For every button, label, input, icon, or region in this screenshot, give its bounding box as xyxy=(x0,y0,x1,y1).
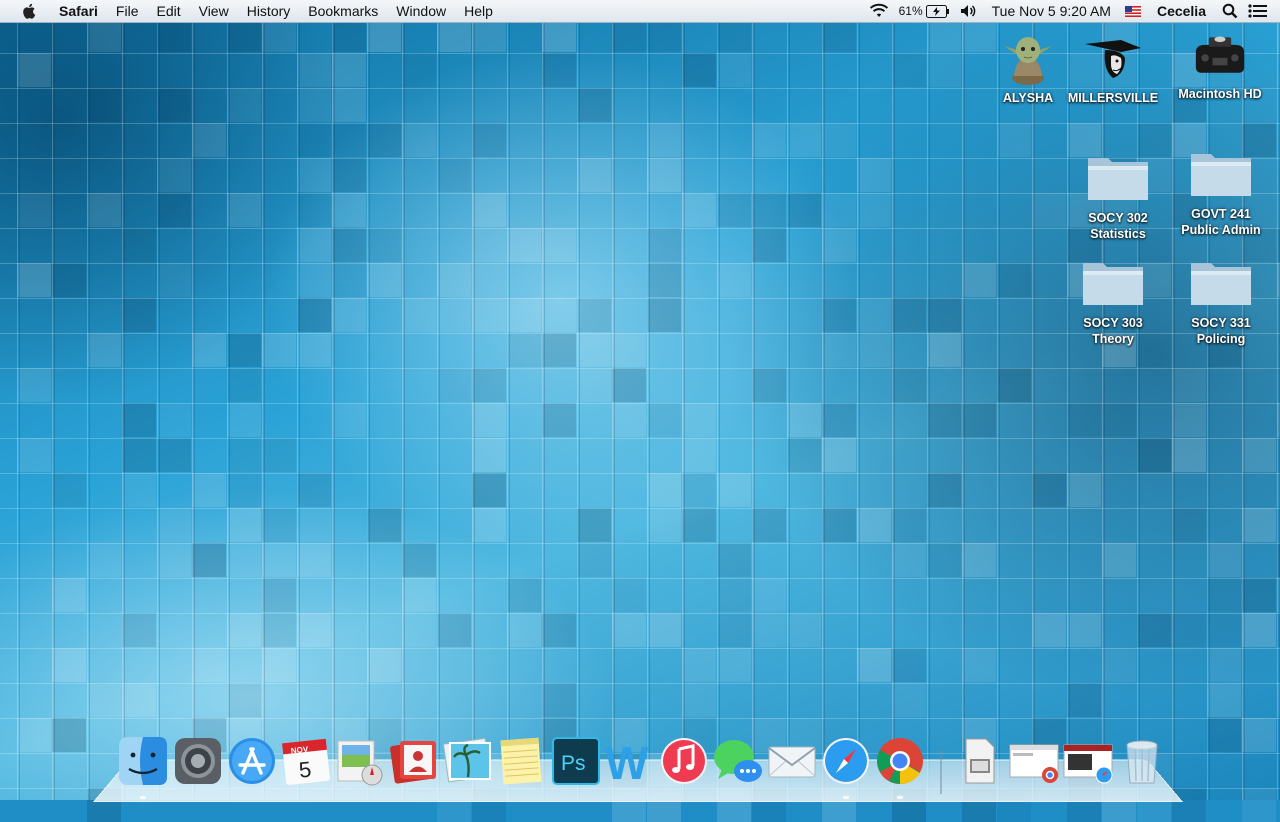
trash-icon xyxy=(1126,740,1158,784)
volume-icon[interactable] xyxy=(960,4,978,18)
menu-edit[interactable]: Edit xyxy=(147,3,189,19)
preview-icon xyxy=(337,740,383,786)
dock-word[interactable]: W xyxy=(604,735,656,787)
desktop-icon-label-line2: Theory xyxy=(1092,332,1134,346)
wallpaper-grid xyxy=(0,0,1280,800)
dock-app-store[interactable] xyxy=(226,735,278,787)
notes-icon xyxy=(500,737,542,785)
dock-safari-window[interactable] xyxy=(1062,735,1114,787)
photo-booth-icon xyxy=(390,741,436,784)
dock-photo-booth[interactable] xyxy=(388,735,440,787)
system-preferences-icon xyxy=(175,738,221,784)
menu-window[interactable]: Window xyxy=(387,3,455,19)
dock-notes[interactable] xyxy=(496,735,548,787)
spotlight-icon[interactable] xyxy=(1222,3,1238,19)
menu-help[interactable]: Help xyxy=(455,3,502,19)
desktop-icon-label: Macintosh HD xyxy=(1178,87,1262,101)
dock-script-document[interactable] xyxy=(954,735,1006,787)
dock-safari[interactable] xyxy=(820,735,872,787)
yoda-drive-icon xyxy=(1004,37,1052,85)
user-name[interactable]: Cecelia xyxy=(1157,3,1206,19)
dock-chrome[interactable] xyxy=(874,735,926,787)
dock-finder[interactable] xyxy=(117,735,169,787)
dock-calendar[interactable]: NOV 5 xyxy=(280,735,332,787)
battery-icon[interactable] xyxy=(925,4,950,18)
dock-mail[interactable] xyxy=(766,735,818,787)
running-indicator xyxy=(140,796,146,799)
desktop-icon-socy-302[interactable]: SOCY 302 Statistics xyxy=(1068,150,1168,242)
calendar-day: 5 xyxy=(298,757,313,783)
desktop-icon-label-line2: Statistics xyxy=(1090,227,1146,241)
folder-icon xyxy=(1191,154,1251,196)
finder-icon xyxy=(119,737,167,785)
menu-app-name[interactable]: Safari xyxy=(50,3,107,19)
millersville-drive-icon xyxy=(1085,40,1141,78)
menu-view[interactable]: View xyxy=(190,3,238,19)
desktop-icon-label-line1: GOVT 241 xyxy=(1191,207,1251,221)
dock-system-preferences[interactable] xyxy=(172,735,224,787)
itunes-icon xyxy=(661,738,707,784)
folder-icon xyxy=(1088,158,1148,200)
mail-icon xyxy=(768,746,816,778)
menu-history[interactable]: History xyxy=(238,3,300,19)
dock-messages[interactable] xyxy=(712,735,764,787)
clock[interactable]: Tue Nov 5 9:20 AM xyxy=(992,3,1111,19)
apple-icon[interactable] xyxy=(20,2,38,20)
messages-icon xyxy=(714,740,762,782)
menu-bar: Safari File Edit View History Bookmarks … xyxy=(0,0,1280,23)
folder-icon xyxy=(1191,263,1251,305)
desktop-icon-govt-241[interactable]: GOVT 241 Public Admin xyxy=(1171,146,1271,238)
safari-icon xyxy=(823,738,869,784)
word-label: W xyxy=(605,737,649,787)
desktop-icon-label: MILLERSVILLE xyxy=(1067,91,1159,105)
desktop-icon-label-line2: Policing xyxy=(1196,332,1246,346)
safari-window-thumbnail-icon xyxy=(1063,744,1113,784)
dock-photoshop[interactable]: Ps xyxy=(550,735,602,787)
desktop-icon-label-line2: Public Admin xyxy=(1181,223,1261,237)
desktop-icon-label-line1: SOCY 331 xyxy=(1191,316,1251,330)
dock-preview[interactable] xyxy=(334,735,386,787)
word-icon: W xyxy=(605,737,649,787)
calendar-icon: NOV 5 xyxy=(282,738,330,785)
menu-bookmarks[interactable]: Bookmarks xyxy=(299,3,387,19)
dock-separator xyxy=(940,750,942,794)
desktop-icon-socy-303[interactable]: SOCY 303 Theory xyxy=(1063,255,1163,347)
flag-icon[interactable] xyxy=(1124,5,1141,17)
photoshop-icon: Ps xyxy=(552,737,600,785)
dock-itunes[interactable] xyxy=(658,735,710,787)
calendar-month: NOV xyxy=(290,745,309,756)
desktop-icon-label-line1: SOCY 303 xyxy=(1083,316,1143,330)
desktop-icon-socy-331[interactable]: SOCY 331 Policing xyxy=(1171,255,1271,347)
iphoto-icon xyxy=(442,737,491,783)
dock-chrome-window[interactable] xyxy=(1008,735,1060,787)
running-indicator xyxy=(897,796,903,799)
dock-iphoto[interactable] xyxy=(442,735,494,787)
chrome-window-thumbnail-icon xyxy=(1009,744,1059,783)
battery-percent: 61% xyxy=(898,4,923,18)
folder-icon xyxy=(1083,263,1143,305)
status-menus: 61% Tue Nov 5 9:20 AM Cecelia xyxy=(859,0,1280,22)
hard-drive-icon xyxy=(1195,36,1245,73)
dock-trash[interactable] xyxy=(1116,735,1168,787)
notification-center-icon[interactable] xyxy=(1248,3,1268,19)
desktop-icon-millersville[interactable]: MILLERSVILLE xyxy=(1063,30,1163,106)
photoshop-label: Ps xyxy=(561,752,586,775)
desktop-icon-macintosh-hd[interactable]: Macintosh HD xyxy=(1170,30,1270,102)
wifi-icon[interactable] xyxy=(869,3,889,19)
running-indicator xyxy=(843,796,849,799)
menu-file[interactable]: File xyxy=(107,3,148,19)
desktop-icon-label-line1: SOCY 302 xyxy=(1088,211,1148,225)
chrome-icon xyxy=(877,738,923,785)
script-document-icon xyxy=(965,738,995,784)
app-store-icon xyxy=(229,738,275,784)
